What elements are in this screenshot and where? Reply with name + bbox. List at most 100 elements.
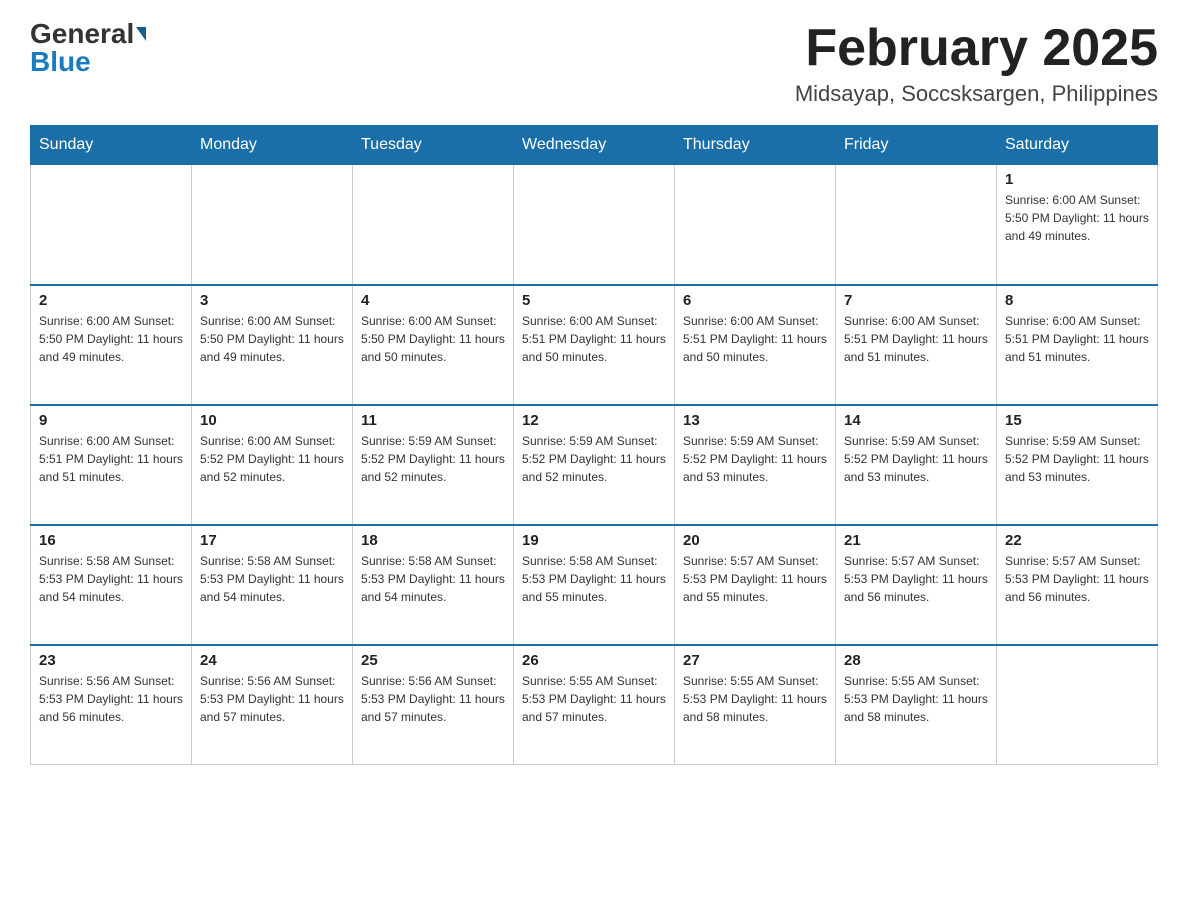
day-info: Sunrise: 6:00 AM Sunset: 5:51 PM Dayligh…	[844, 312, 988, 366]
day-info: Sunrise: 5:59 AM Sunset: 5:52 PM Dayligh…	[361, 432, 505, 486]
calendar-cell: 19Sunrise: 5:58 AM Sunset: 5:53 PM Dayli…	[514, 525, 675, 645]
day-number: 22	[1005, 532, 1149, 549]
day-number: 25	[361, 652, 505, 669]
day-number: 17	[200, 532, 344, 549]
calendar-cell: 20 Sunrise: 5:57 AM Sunset: 5:53 PM Dayli…	[675, 525, 836, 645]
calendar-week-row: 2 Sunrise: 6:00 AM Sunset: 5:50 PM Daylig…	[31, 285, 1158, 405]
calendar-cell: 4 Sunrise: 6:00 AM Sunset: 5:50 PM Daylig…	[353, 285, 514, 405]
title-block: February 2025 Midsayap, Soccsksargen, Ph…	[795, 20, 1158, 107]
calendar-cell: 10 Sunrise: 6:00 AM Sunset: 5:52 PM Dayli…	[192, 405, 353, 525]
month-year-title: February 2025	[795, 20, 1158, 77]
calendar-cell: 22 Sunrise: 5:57 AM Sunset: 5:53 PM Dayli…	[997, 525, 1158, 645]
day-info: Sunrise: 5:59 AM Sunset: 5:52 PM Dayligh…	[1005, 432, 1149, 486]
calendar-cell: 6 Sunrise: 6:00 AM Sunset: 5:51 PM Daylig…	[675, 285, 836, 405]
day-info: Sunrise: 6:00 AM Sunset: 5:51 PM Dayligh…	[683, 312, 827, 366]
day-info: Sunrise: 6:00 AM Sunset: 5:50 PM Dayligh…	[200, 312, 344, 366]
calendar-cell: 15Sunrise: 5:59 AM Sunset: 5:52 PM Dayli…	[997, 405, 1158, 525]
day-number: 5	[522, 292, 666, 309]
calendar-cell: 11 Sunrise: 5:59 AM Sunset: 5:52 PM Dayli…	[353, 405, 514, 525]
calendar-cell: 1 Sunrise: 6:00 AM Sunset: 5:50 PM Daylig…	[997, 165, 1158, 285]
day-number: 13	[683, 412, 827, 429]
day-info: Sunrise: 5:59 AM Sunset: 5:52 PM Dayligh…	[522, 432, 666, 486]
calendar-cell: 9 Sunrise: 6:00 AM Sunset: 5:51 PM Daylig…	[31, 405, 192, 525]
day-number: 16	[39, 532, 183, 549]
day-number: 26	[522, 652, 666, 669]
calendar-cell: 12 Sunrise: 5:59 AM Sunset: 5:52 PM Dayli…	[514, 405, 675, 525]
day-of-week-header: Sunday	[31, 126, 192, 165]
day-of-week-header: Tuesday	[353, 126, 514, 165]
day-of-week-header: Monday	[192, 126, 353, 165]
calendar-cell: 27 Sunrise: 5:55 AM Sunset: 5:53 PM Dayli…	[675, 645, 836, 765]
calendar-cell: 7 Sunrise: 6:00 AM Sunset: 5:51 PM Daylig…	[836, 285, 997, 405]
day-info: Sunrise: 5:57 AM Sunset: 5:53 PM Dayligh…	[1005, 552, 1149, 606]
day-number: 2	[39, 292, 183, 309]
day-info: Sunrise: 5:56 AM Sunset: 5:53 PM Dayligh…	[361, 672, 505, 726]
day-number: 11	[361, 412, 505, 429]
day-info: Sunrise: 6:00 AM Sunset: 5:51 PM Dayligh…	[1005, 312, 1149, 366]
calendar-cell	[353, 165, 514, 285]
calendar-cell: 14Sunrise: 5:59 AM Sunset: 5:52 PM Dayli…	[836, 405, 997, 525]
day-number: 20	[683, 532, 827, 549]
calendar-cell: 23 Sunrise: 5:56 AM Sunset: 5:53 PM Dayli…	[31, 645, 192, 765]
day-number: 9	[39, 412, 183, 429]
day-info: Sunrise: 5:58 AM Sunset: 5:53 PM Dayligh…	[39, 552, 183, 606]
day-number: 23	[39, 652, 183, 669]
day-info: Sunrise: 5:55 AM Sunset: 5:53 PM Dayligh…	[522, 672, 666, 726]
day-info: Sunrise: 6:00 AM Sunset: 5:51 PM Dayligh…	[39, 432, 183, 486]
day-info: Sunrise: 5:57 AM Sunset: 5:53 PM Dayligh…	[844, 552, 988, 606]
day-info: Sunrise: 5:55 AM Sunset: 5:53 PM Dayligh…	[683, 672, 827, 726]
day-number: 14	[844, 412, 988, 429]
calendar-cell	[836, 165, 997, 285]
calendar-cell	[514, 165, 675, 285]
day-of-week-header: Friday	[836, 126, 997, 165]
day-number: 1	[1005, 171, 1149, 188]
calendar-cell: 26 Sunrise: 5:55 AM Sunset: 5:53 PM Dayli…	[514, 645, 675, 765]
page-header: General Blue February 2025 Midsayap, Soc…	[30, 20, 1158, 107]
calendar-cell: 25 Sunrise: 5:56 AM Sunset: 5:53 PM Dayli…	[353, 645, 514, 765]
day-number: 6	[683, 292, 827, 309]
day-number: 4	[361, 292, 505, 309]
calendar-cell: 16 Sunrise: 5:58 AM Sunset: 5:53 PM Dayli…	[31, 525, 192, 645]
calendar-cell: 17 Sunrise: 5:58 AM Sunset: 5:53 PM Dayli…	[192, 525, 353, 645]
day-info: Sunrise: 5:59 AM Sunset: 5:52 PM Dayligh…	[683, 432, 827, 486]
logo-general-text: General	[30, 20, 134, 48]
day-info: Sunrise: 6:00 AM Sunset: 5:50 PM Dayligh…	[361, 312, 505, 366]
day-of-week-header: Saturday	[997, 126, 1158, 165]
day-number: 27	[683, 652, 827, 669]
calendar-cell: 13 Sunrise: 5:59 AM Sunset: 5:52 PM Dayli…	[675, 405, 836, 525]
day-of-week-header: Wednesday	[514, 126, 675, 165]
day-info: Sunrise: 5:56 AM Sunset: 5:53 PM Dayligh…	[200, 672, 344, 726]
day-info: Sunrise: 5:55 AM Sunset: 5:53 PM Dayligh…	[844, 672, 988, 726]
calendar-cell	[192, 165, 353, 285]
calendar-table: SundayMondayTuesdayWednesdayThursdayFrid…	[30, 125, 1158, 765]
day-info: Sunrise: 5:58 AM Sunset: 5:53 PM Dayligh…	[361, 552, 505, 606]
calendar-cell: 8Sunrise: 6:00 AM Sunset: 5:51 PM Daylig…	[997, 285, 1158, 405]
day-number: 18	[361, 532, 505, 549]
calendar-cell: 28 Sunrise: 5:55 AM Sunset: 5:53 PM Dayli…	[836, 645, 997, 765]
calendar-cell: 2Sunrise: 6:00 AM Sunset: 5:50 PM Daylig…	[31, 285, 192, 405]
day-info: Sunrise: 5:58 AM Sunset: 5:53 PM Dayligh…	[200, 552, 344, 606]
day-info: Sunrise: 5:57 AM Sunset: 5:53 PM Dayligh…	[683, 552, 827, 606]
calendar-header-row: SundayMondayTuesdayWednesdayThursdayFrid…	[31, 126, 1158, 165]
logo-blue-text: Blue	[30, 48, 91, 76]
day-number: 7	[844, 292, 988, 309]
calendar-cell: 24 Sunrise: 5:56 AM Sunset: 5:53 PM Dayli…	[192, 645, 353, 765]
day-info: Sunrise: 5:58 AM Sunset: 5:53 PM Dayligh…	[522, 552, 666, 606]
day-info: Sunrise: 6:00 AM Sunset: 5:52 PM Dayligh…	[200, 432, 344, 486]
day-number: 24	[200, 652, 344, 669]
calendar-cell: 5Sunrise: 6:00 AM Sunset: 5:51 PM Daylig…	[514, 285, 675, 405]
day-of-week-header: Thursday	[675, 126, 836, 165]
day-number: 28	[844, 652, 988, 669]
logo: General Blue	[30, 20, 146, 76]
location-subtitle: Midsayap, Soccsksargen, Philippines	[795, 81, 1158, 107]
day-info: Sunrise: 5:56 AM Sunset: 5:53 PM Dayligh…	[39, 672, 183, 726]
day-number: 12	[522, 412, 666, 429]
day-number: 10	[200, 412, 344, 429]
calendar-week-row: 9 Sunrise: 6:00 AM Sunset: 5:51 PM Daylig…	[31, 405, 1158, 525]
calendar-cell	[997, 645, 1158, 765]
calendar-week-row: 1 Sunrise: 6:00 AM Sunset: 5:50 PM Daylig…	[31, 165, 1158, 285]
day-info: Sunrise: 6:00 AM Sunset: 5:50 PM Dayligh…	[1005, 191, 1149, 245]
calendar-cell	[31, 165, 192, 285]
calendar-cell: 21Sunrise: 5:57 AM Sunset: 5:53 PM Dayli…	[836, 525, 997, 645]
calendar-week-row: 16 Sunrise: 5:58 AM Sunset: 5:53 PM Dayli…	[31, 525, 1158, 645]
